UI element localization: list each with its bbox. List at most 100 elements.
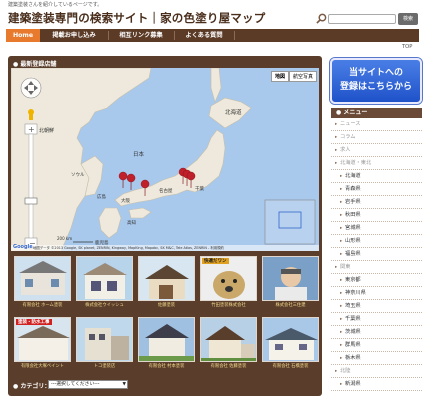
panel-heading: ● 最新登録店舗: [13, 61, 57, 68]
nav-divider: [108, 31, 109, 40]
store-name[interactable]: 有限会社大塚ペイント: [14, 363, 71, 369]
menu-category[interactable]: ▸ コラム: [331, 131, 422, 144]
store-card[interactable]: 株式会社ウイッシュ: [76, 256, 133, 315]
map-type-map[interactable]: 地図: [270, 71, 289, 82]
zoom-slider-track[interactable]: [28, 133, 34, 243]
menu-item-label: 求人: [340, 147, 351, 153]
menu-item-label: 新潟県: [345, 381, 361, 387]
menu-item-label: 東京都: [345, 277, 361, 283]
category-label: ● カテゴリ：: [13, 383, 51, 390]
search-input[interactable]: [328, 14, 396, 24]
zoom-slider-handle[interactable]: [24, 197, 38, 205]
map-type-satellite[interactable]: 航空写真: [288, 71, 317, 82]
menu-list: ▸ ニュース ▸ コラム ▸ 求人 ▸ 北海道・東北 ▸ 北海道 ▸ 青森県 ▸ 岩手県 ▸ 秋田県 ▸ 宮城県 ▸…: [331, 118, 422, 391]
menu-item-label: 北陸: [340, 368, 351, 374]
label-japan: 日本: [133, 150, 145, 158]
map-copyright[interactable]: 地図データ ©2013 Google, SK planet, ZENRIN, K…: [11, 245, 319, 251]
register-banner[interactable]: 当サイトへの 登録はこちらから: [330, 58, 422, 104]
store-name[interactable]: 有限会社 村本塗装: [138, 363, 195, 369]
store-card[interactable]: 塗装・防水工事 有限会社大塚ペイント: [14, 317, 71, 376]
top-link[interactable]: TOP: [402, 44, 412, 50]
store-name[interactable]: 有限会社 石橋塗装: [262, 363, 319, 369]
chevron-down-icon: ▼: [122, 382, 126, 387]
map-canvas[interactable]: + − 北海道 北朝鮮 日本 広島 名古屋 千葉 大阪 高知 鹿児島 ソウル 2…: [11, 68, 319, 251]
menu-item-label: 福島県: [345, 251, 361, 257]
nav-divider: [174, 31, 175, 40]
store-card[interactable]: 佐藤塗装: [138, 256, 195, 315]
store-photo[interactable]: [262, 317, 319, 362]
menu-item[interactable]: ▸ 秋田県: [331, 209, 422, 222]
map-marker[interactable]: [126, 173, 136, 191]
store-photo[interactable]: [200, 317, 257, 362]
store-photo[interactable]: [262, 256, 319, 301]
map[interactable]: + − 北海道 北朝鮮 日本 広島 名古屋 千葉 大阪 高知 鹿児島 ソウル 2…: [11, 68, 319, 251]
nav-apply[interactable]: 掲載お申し込み: [42, 29, 106, 42]
search-button[interactable]: 検索: [398, 13, 418, 25]
store-badge: 快適だワン: [202, 258, 229, 264]
label-north-korea: 北朝鮮: [39, 127, 54, 134]
store-card[interactable]: トコ塗装店: [76, 317, 133, 376]
store-card[interactable]: 快適だワン 竹田塗装株式会社: [200, 256, 257, 315]
menu-category[interactable]: ▸ 北海道・東北: [331, 157, 422, 170]
menu-item[interactable]: ▸ 栃木県: [331, 352, 422, 365]
site-description: 建築塗装さんを紹介しているページです。: [8, 2, 103, 8]
menu-item[interactable]: ▸ 山形県: [331, 235, 422, 248]
store-card[interactable]: 有限会社 佐藤塗装: [200, 317, 257, 376]
google-logo[interactable]: Google: [13, 244, 33, 250]
menu-item-label: 群馬県: [345, 342, 361, 348]
store-name[interactable]: 佐藤塗装: [138, 302, 195, 308]
menu-category[interactable]: ▸ 求人: [331, 144, 422, 157]
store-name[interactable]: トコ塗装店: [76, 363, 133, 369]
menu-item[interactable]: ▸ 福島県: [331, 248, 422, 261]
nav-link-exchange[interactable]: 相互リンク募集: [110, 29, 172, 42]
menu-item[interactable]: ▸ 群馬県: [331, 339, 422, 352]
store-photo[interactable]: [138, 317, 195, 362]
zoom-in-icon: +: [28, 125, 35, 134]
map-marker[interactable]: [118, 171, 128, 189]
category-select[interactable]: ---選択してください--- ▼: [48, 380, 128, 389]
menu-category[interactable]: ▸ ニュース: [331, 118, 422, 131]
menu-item[interactable]: ▸ 新潟県: [331, 378, 422, 391]
label-osaka: 大阪: [121, 197, 130, 204]
menu-item[interactable]: ▸ 青森県: [331, 183, 422, 196]
store-card[interactable]: 有限会社 ホーム塗装: [14, 256, 71, 315]
menu-item-label: 北海道・東北: [340, 160, 372, 166]
label-hokkaido: 北海道: [225, 108, 242, 116]
store-name[interactable]: 竹田塗装株式会社: [200, 302, 257, 308]
map-scale-label: 200 km: [57, 236, 72, 241]
menu-item[interactable]: ▸ 北海道: [331, 170, 422, 183]
menu-item[interactable]: ▸ 神奈川県: [331, 287, 422, 300]
store-name[interactable]: 株式会社三住建: [262, 302, 319, 308]
menu-item[interactable]: ▸ 東京都: [331, 274, 422, 287]
nav-divider: [234, 31, 235, 40]
store-name[interactable]: 株式会社ウイッシュ: [76, 302, 133, 308]
menu-item-label: 宮城県: [345, 225, 361, 231]
store-photo[interactable]: [76, 256, 133, 301]
store-card[interactable]: 有限会社 石橋塗装: [262, 317, 319, 376]
store-photo[interactable]: [76, 317, 133, 362]
site-title[interactable]: 建築塗装専門の検索サイト｜家の色塗り屋マップ: [8, 10, 265, 26]
menu-item[interactable]: ▸ 宮城県: [331, 222, 422, 235]
menu-item[interactable]: ▸ 茨城県: [331, 326, 422, 339]
map-overview-inset[interactable]: [264, 199, 316, 245]
nav-faq[interactable]: よくある質問: [176, 29, 232, 42]
menu-item[interactable]: ▸ 埼玉県: [331, 300, 422, 313]
global-nav: Home 掲載お申し込み 相互リンク募集 よくある質問: [6, 29, 419, 42]
store-name[interactable]: 有限会社 佐藤塗装: [200, 363, 257, 369]
menu-item[interactable]: ▸ 千葉県: [331, 313, 422, 326]
menu-category[interactable]: ▸ 北陸: [331, 365, 422, 378]
label-kochi: 高知: [127, 219, 136, 226]
store-photo[interactable]: [138, 256, 195, 301]
category-select-value: ---選択してください---: [51, 382, 100, 387]
nav-home[interactable]: Home: [6, 29, 40, 42]
menu-item-label: 千葉県: [345, 316, 361, 322]
store-photo[interactable]: [14, 256, 71, 301]
store-card[interactable]: 株式会社三住建: [262, 256, 319, 315]
store-card[interactable]: 有限会社 村本塗装: [138, 317, 195, 376]
menu-category[interactable]: ▸ 関東: [331, 261, 422, 274]
store-name[interactable]: 有限会社 ホーム塗装: [14, 302, 71, 308]
label-hiroshima: 広島: [97, 193, 106, 200]
panel-heading-text: 最新登録店舗: [20, 61, 57, 68]
label-seoul: ソウル: [71, 171, 85, 178]
menu-item[interactable]: ▸ 岩手県: [331, 196, 422, 209]
